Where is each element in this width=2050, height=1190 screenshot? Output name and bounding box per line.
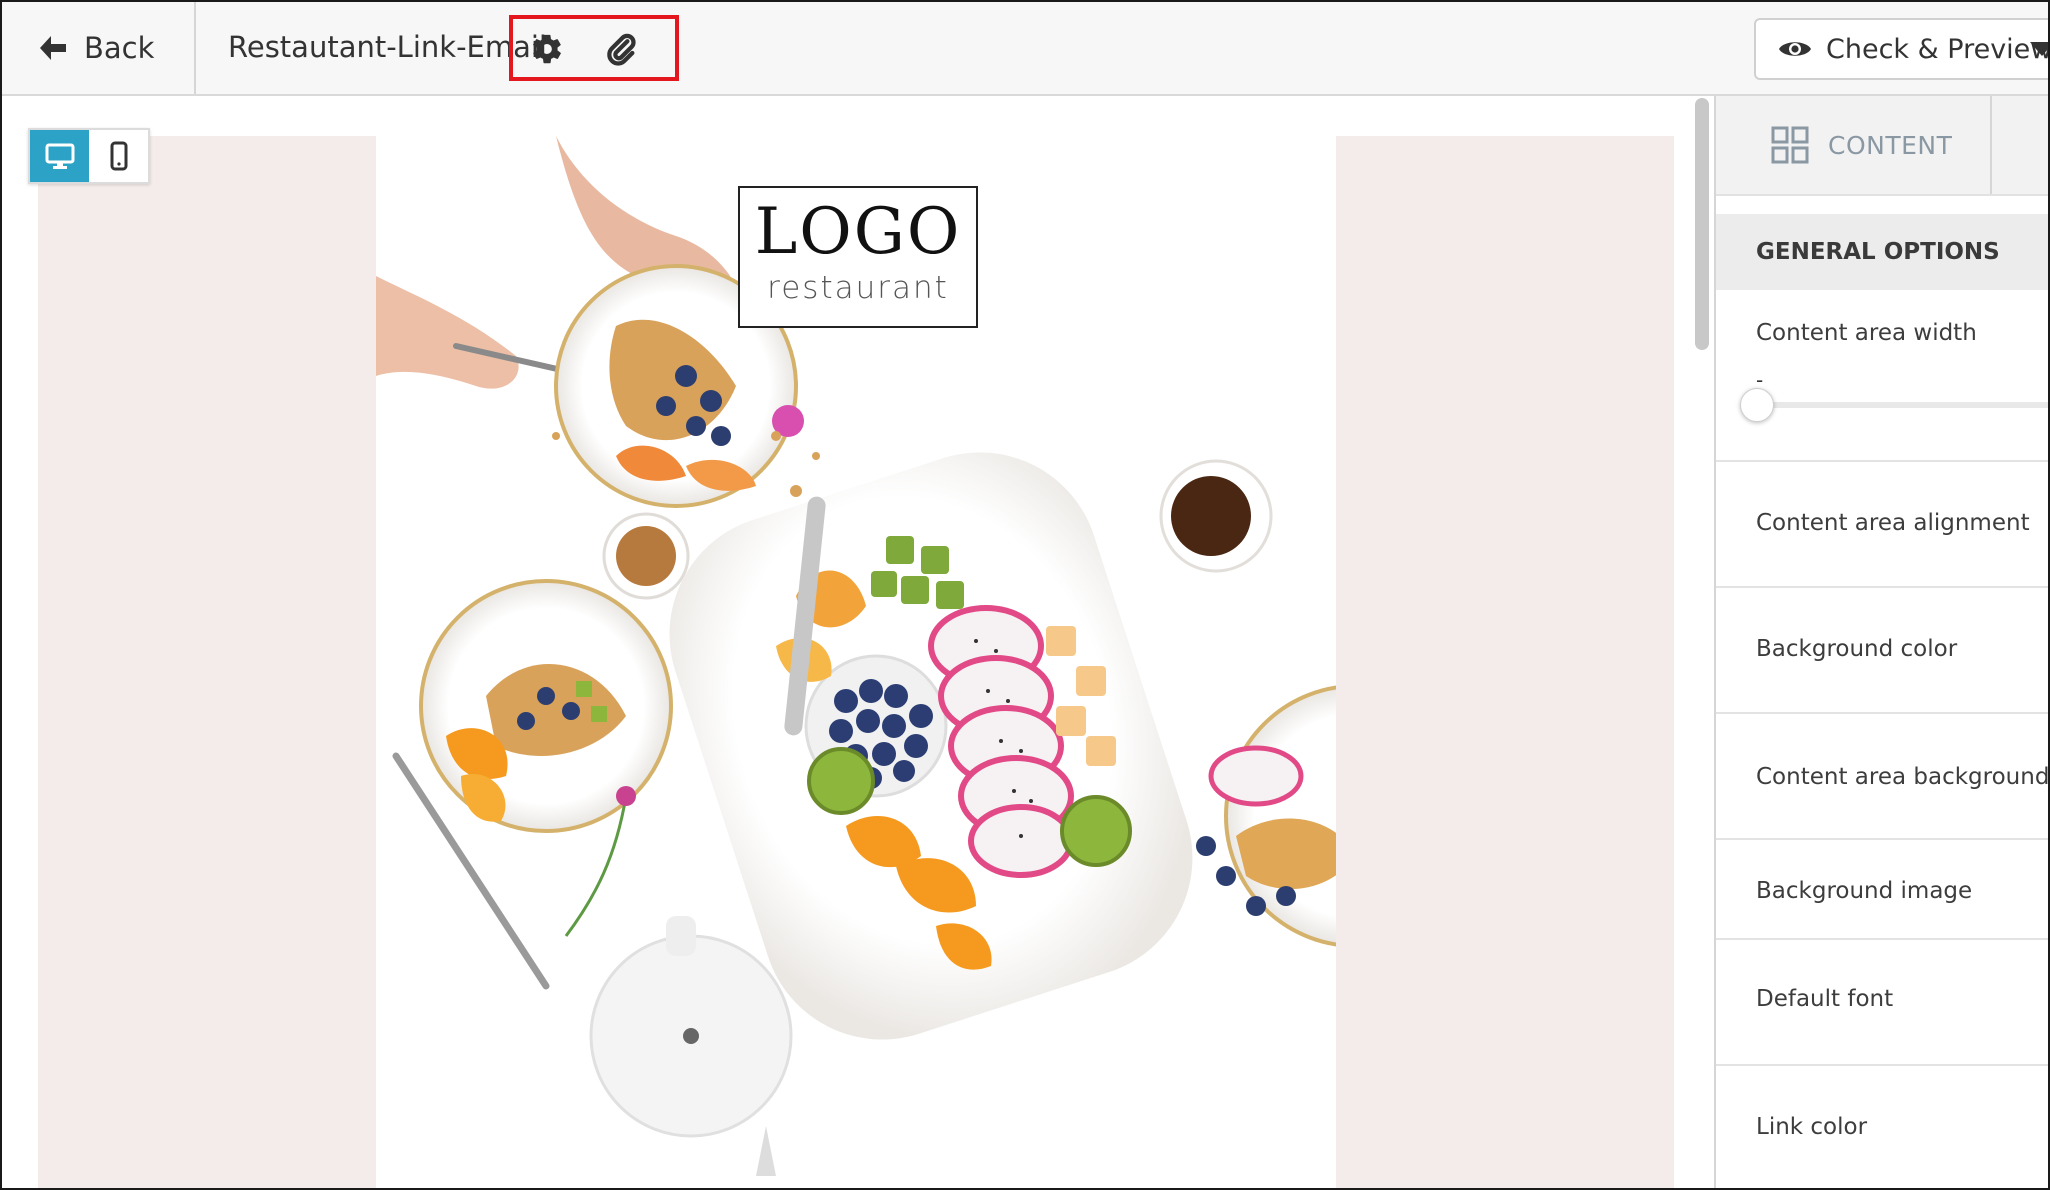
option-label: Content area background color xyxy=(1756,764,2050,790)
app-window: Back Restautant-Link-Email Check & Previ… xyxy=(0,0,2050,1190)
mobile-icon xyxy=(110,141,127,171)
option-label: Content area alignment xyxy=(1756,510,2030,536)
gear-icon[interactable] xyxy=(530,32,564,66)
eye-icon xyxy=(1779,42,1811,56)
option-label: Link color xyxy=(1756,1114,1868,1140)
mobile-view-button[interactable] xyxy=(89,130,148,182)
tab-content[interactable]: CONTENT xyxy=(1716,96,1992,194)
canvas-scrollbar[interactable] xyxy=(1695,98,1709,350)
email-editor-canvas: LOGO restaurant xyxy=(2,96,1692,1188)
paperclip-icon[interactable] xyxy=(604,32,638,66)
back-label: Back xyxy=(84,31,155,65)
option-link-color[interactable]: Link color xyxy=(1716,1066,2048,1188)
logo-sub-text: restaurant xyxy=(767,270,949,306)
option-content-area-background-color[interactable]: Content area background color xyxy=(1716,714,2050,840)
option-content-area-alignment[interactable]: Content area alignment xyxy=(1716,462,2048,588)
width-slider-thumb[interactable] xyxy=(1740,388,1774,422)
option-default-font[interactable]: Default font xyxy=(1716,940,2048,1066)
back-button[interactable]: Back xyxy=(2,2,196,94)
desktop-view-button[interactable] xyxy=(30,130,89,182)
chevron-down-icon[interactable] xyxy=(2030,42,2048,56)
general-options-header[interactable]: GENERAL OPTIONS xyxy=(1716,214,2048,290)
grid-icon xyxy=(1771,126,1809,164)
logo-main-text: LOGO xyxy=(754,195,962,269)
logo-block[interactable]: LOGO restaurant xyxy=(738,186,978,328)
check-preview-button[interactable]: Check & Preview xyxy=(1754,18,2050,80)
option-label: Background color xyxy=(1756,636,1958,662)
email-content-area[interactable]: LOGO restaurant xyxy=(376,136,1336,1188)
width-slider-track[interactable] xyxy=(1760,402,2048,408)
option-background-color[interactable]: Background color xyxy=(1716,588,2048,714)
device-toggle xyxy=(28,128,150,184)
option-background-image[interactable]: Background image xyxy=(1716,840,2048,940)
option-content-area-width[interactable]: Content area width - xyxy=(1716,290,2048,462)
top-toolbar: Back Restautant-Link-Email Check & Previ… xyxy=(2,2,2050,96)
general-options-label: GENERAL OPTIONS xyxy=(1756,239,2000,265)
preview-label: Check & Preview xyxy=(1826,33,2050,65)
document-title[interactable]: Restautant-Link-Email xyxy=(228,30,547,64)
panel-tabs: CONTENT xyxy=(1716,96,2048,196)
option-label: Default font xyxy=(1756,986,1894,1012)
tab-content-label: CONTENT xyxy=(1828,130,1953,160)
desktop-icon xyxy=(45,143,74,169)
option-label: Background image xyxy=(1756,878,1973,904)
arrow-left-icon xyxy=(40,36,66,60)
option-label: Content area width xyxy=(1756,320,1977,346)
settings-panel: CONTENT GENERAL OPTIONS Content area wid… xyxy=(1714,96,2050,1188)
